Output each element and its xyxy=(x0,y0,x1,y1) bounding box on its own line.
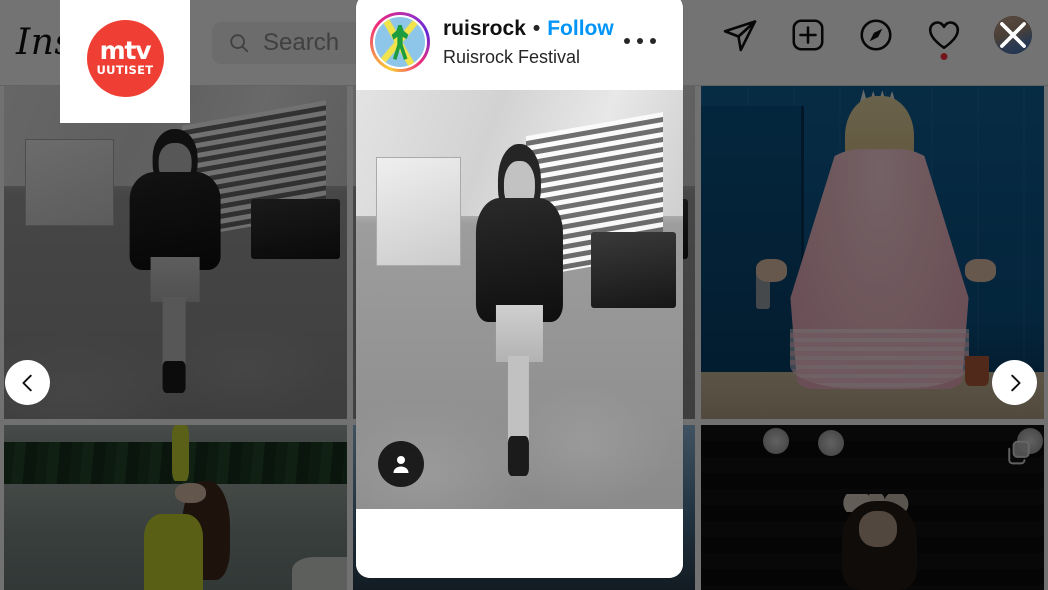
mtv-brand-top: mtv xyxy=(99,35,152,65)
carousel-next-button[interactable] xyxy=(992,360,1037,405)
tagged-people-icon[interactable] xyxy=(378,441,424,487)
mtv-logo-circle: mtv UUTISET xyxy=(86,19,164,97)
post-modal: ruisrock • Follow Ruisrock Festival xyxy=(356,0,683,578)
username-separator: • xyxy=(532,17,541,41)
post-more-options-button[interactable] xyxy=(624,38,656,44)
post-actions-area xyxy=(356,509,683,578)
post-fullname: Ruisrock Festival xyxy=(443,46,581,67)
chevron-left-icon xyxy=(21,374,32,391)
ruisrock-avatar[interactable] xyxy=(370,12,430,72)
post-media[interactable] xyxy=(356,90,683,509)
mtv-uutiset-watermark: mtv UUTISET xyxy=(60,0,190,123)
mtv-brand-bottom: UUTISET xyxy=(96,62,154,77)
follow-button[interactable]: Follow xyxy=(547,16,614,41)
post-header: ruisrock • Follow Ruisrock Festival xyxy=(356,0,683,90)
chevron-right-icon xyxy=(1010,374,1021,391)
close-button[interactable] xyxy=(994,16,1032,54)
close-icon xyxy=(994,16,1032,54)
carousel-prev-button[interactable] xyxy=(5,360,50,405)
instagram-page: Ins Search xyxy=(0,0,1048,590)
post-username[interactable]: ruisrock xyxy=(443,16,526,41)
